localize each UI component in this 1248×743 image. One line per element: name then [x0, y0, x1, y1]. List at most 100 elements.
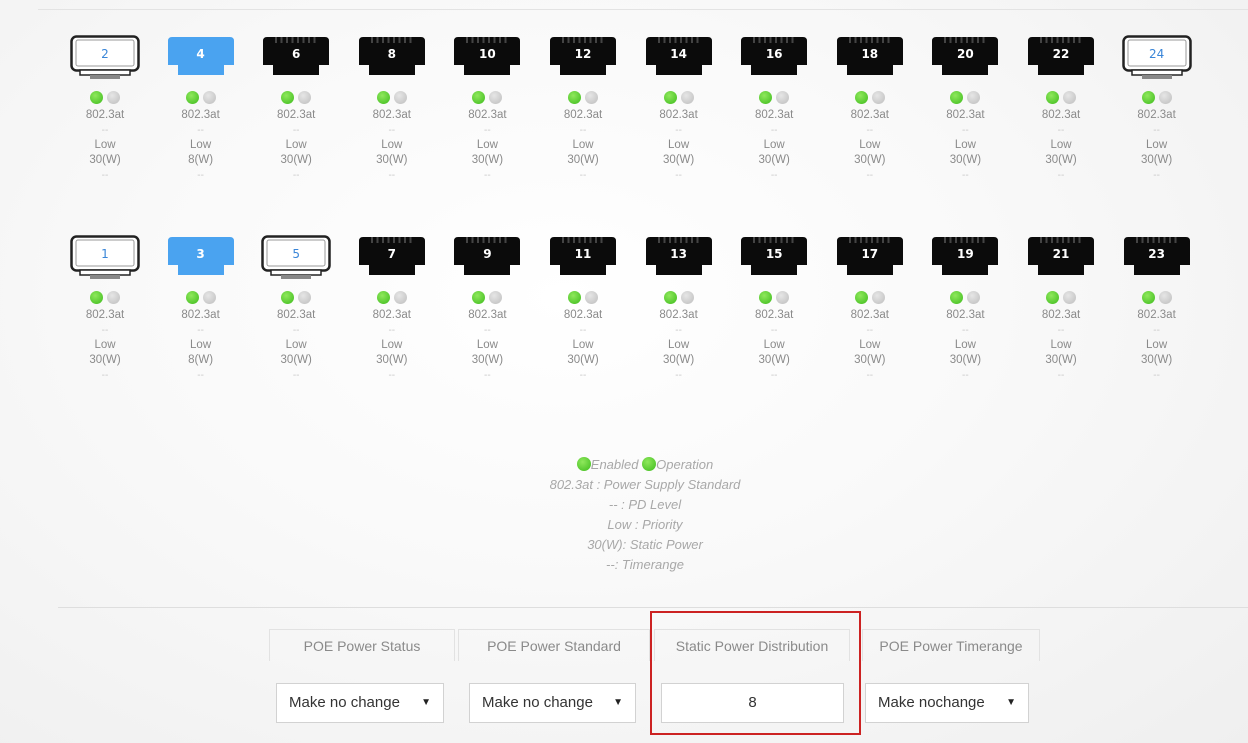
port-standard: 802.3at [850, 109, 889, 121]
operation-led-icon [871, 91, 885, 104]
operation-led-icon [1158, 91, 1172, 104]
port-static-power: 30(W) [89, 354, 121, 366]
port-8[interactable]: 8 802.3at -- Low 30(W) -- [357, 35, 427, 183]
enabled-led-icon [472, 291, 486, 304]
ethernet-port-icon[interactable]: 5 [261, 235, 331, 279]
port-7[interactable]: 7 802.3at -- Low 30(W) -- [357, 235, 427, 383]
ethernet-port-icon[interactable]: 18 [835, 35, 905, 77]
port-24[interactable]: 24 802.3at -- Low 30(W) -- [1121, 35, 1192, 183]
port-leds [1026, 291, 1096, 305]
port-number: 15 [765, 247, 783, 261]
port-standard: 802.3at [181, 109, 220, 121]
port-20[interactable]: 20 802.3at -- Low 30(W) -- [930, 35, 1000, 183]
port-3[interactable]: 3 802.3at -- Low 8(W) -- [166, 235, 236, 383]
port-15[interactable]: 15 802.3at -- Low 30(W) -- [739, 235, 809, 383]
enabled-led-icon [663, 91, 677, 104]
poe-power-status-header: POE Power Status [269, 629, 455, 661]
port-leds [70, 291, 140, 305]
port-2[interactable]: 2 802.3at -- Low 30(W) -- [70, 35, 140, 183]
port-pd-level: -- [388, 125, 396, 136]
ethernet-port-icon[interactable]: 1 [70, 235, 140, 279]
legend-led-line: Enabled Operation [480, 455, 810, 475]
dropdown-arrow-icon: ▼ [613, 697, 623, 708]
ethernet-port-icon[interactable]: 6 [261, 35, 331, 77]
ethernet-port-icon[interactable]: 14 [644, 35, 714, 77]
port-14[interactable]: 14 802.3at -- Low 30(W) -- [644, 35, 714, 183]
port-16[interactable]: 16 802.3at -- Low 30(W) -- [739, 35, 809, 183]
port-6[interactable]: 6 802.3at -- Low 30(W) -- [261, 35, 331, 183]
ethernet-port-icon[interactable]: 11 [548, 235, 618, 277]
ethernet-port-icon[interactable]: 16 [739, 35, 809, 77]
port-1[interactable]: 1 802.3at -- Low 30(W) -- [70, 235, 140, 383]
enabled-led-icon [1046, 91, 1059, 104]
port-static-power: 30(W) [854, 154, 886, 166]
port-standard: 802.3at [85, 309, 125, 321]
port-21[interactable]: 21 802.3at -- Low 30(W) -- [1026, 235, 1096, 383]
port-priority: Low [954, 339, 976, 351]
port-10[interactable]: 10 802.3at -- Low 30(W) -- [452, 35, 522, 183]
enabled-led-icon [185, 91, 199, 104]
port-info: 802.3at -- Low 30(W) -- [930, 108, 1000, 183]
ethernet-port-icon[interactable]: 3 [166, 235, 236, 277]
port-pd-level: -- [292, 125, 300, 136]
ethernet-port-icon[interactable]: 12 [548, 35, 618, 77]
legend-operation: Operation [656, 457, 714, 472]
port-17[interactable]: 17 802.3at -- Low 30(W) -- [835, 235, 905, 383]
ethernet-port-icon[interactable]: 7 [357, 235, 427, 277]
port-4[interactable]: 4 802.3at -- Low 8(W) -- [166, 35, 236, 183]
port-18[interactable]: 18 802.3at -- Low 30(W) -- [835, 35, 905, 183]
legend-pd-level: -- : PD Level [608, 497, 682, 512]
ethernet-port-icon[interactable]: 2 [70, 35, 140, 79]
port-leds [70, 91, 140, 105]
port-info: 802.3at -- Low 8(W) -- [166, 308, 236, 383]
port-11[interactable]: 11 802.3at -- Low 30(W) -- [548, 235, 618, 383]
port-leds [930, 291, 1000, 305]
port-info: 802.3at -- Low 30(W) -- [357, 308, 427, 383]
port-9[interactable]: 9 802.3at -- Low 30(W) -- [452, 235, 522, 383]
poe-power-status-select[interactable]: Make no change ▼ [276, 683, 444, 723]
enabled-led-icon [185, 291, 199, 304]
ethernet-port-icon[interactable]: 8 [357, 35, 427, 77]
port-info: 802.3at -- Low 30(W) -- [357, 108, 427, 183]
ethernet-port-icon[interactable]: 13 [644, 235, 714, 277]
port-standard: 802.3at [1137, 309, 1176, 321]
port-priority: Low [763, 339, 785, 351]
port-12[interactable]: 12 802.3at -- Low 30(W) -- [548, 35, 618, 183]
ethernet-port-icon[interactable]: 19 [930, 235, 1000, 277]
port-23[interactable]: 23 802.3at -- Low 30(W) -- [1122, 235, 1192, 383]
port-standard: 802.3at [277, 309, 316, 321]
ethernet-port-icon[interactable]: 23 [1122, 235, 1192, 277]
port-number: 18 [861, 47, 879, 61]
port-number: 6 [292, 47, 301, 61]
ethernet-port-icon[interactable]: 10 [452, 35, 522, 77]
port-22[interactable]: 22 802.3at -- Low 30(W) -- [1026, 35, 1096, 183]
ethernet-port-icon[interactable]: 22 [1026, 35, 1096, 77]
port-5[interactable]: 5 802.3at -- Low 30(W) -- [261, 235, 331, 383]
ethernet-port-icon[interactable]: 17 [835, 235, 905, 277]
poe-power-timerange-select[interactable]: Make nochange ▼ [865, 683, 1029, 723]
port-info: 802.3at -- Low 30(W) -- [261, 308, 331, 383]
ethernet-port-icon[interactable]: 9 [452, 235, 522, 277]
port-pd-level: -- [1057, 125, 1065, 136]
port-standard: 802.3at [755, 109, 794, 121]
port-standard: 802.3at [563, 309, 603, 321]
ethernet-port-icon[interactable]: 21 [1026, 235, 1096, 277]
ethernet-port-icon[interactable]: 15 [739, 235, 809, 277]
port-19[interactable]: 19 802.3at -- Low 30(W) -- [930, 235, 1000, 383]
ethernet-port-icon[interactable]: 24 [1121, 35, 1192, 79]
port-pd-level: -- [579, 125, 587, 136]
port-number: 21 [1052, 247, 1070, 261]
port-timerange: -- [1153, 170, 1160, 181]
port-leds [739, 91, 809, 105]
port-timerange: -- [101, 170, 109, 181]
port-13[interactable]: 13 802.3at -- Low 30(W) -- [644, 235, 714, 383]
port-static-power: 8(W) [188, 154, 214, 166]
ethernet-port-icon[interactable]: 4 [166, 35, 236, 77]
operation-led-icon [298, 91, 312, 104]
ethernet-port-icon[interactable]: 20 [930, 35, 1000, 77]
port-priority: Low [94, 139, 116, 151]
poe-power-standard-select[interactable]: Make no change ▼ [469, 683, 636, 723]
legend-enabled: Enabled [590, 457, 639, 472]
port-pd-level: -- [484, 125, 491, 136]
legend-priority: Low : Priority [607, 517, 683, 532]
